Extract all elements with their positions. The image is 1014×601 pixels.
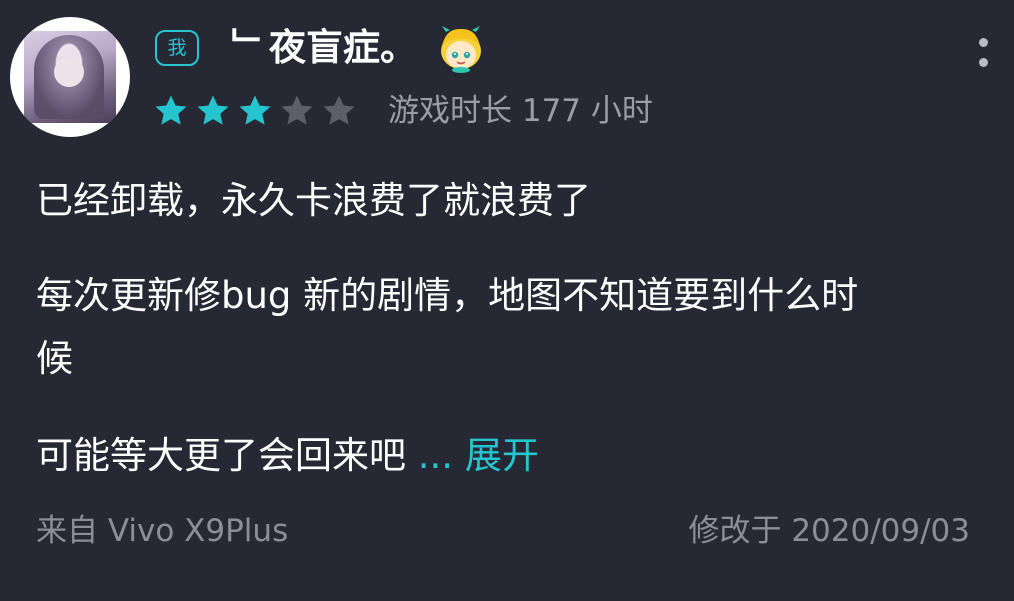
- expand-button[interactable]: 展开: [465, 434, 539, 477]
- playtime-label: 游戏时长 177 小时: [388, 93, 653, 129]
- star-empty-icon: [323, 95, 355, 125]
- rating-stars: [152, 92, 358, 130]
- review-text-line-4: 可能等大更了会回来吧 ... 展开: [36, 431, 539, 481]
- device-label: 来自 Vivo X9Plus: [36, 513, 289, 549]
- modified-date: 修改于 2020/09/03: [688, 513, 970, 549]
- star-filled-icon: [197, 95, 229, 125]
- avatar[interactable]: [10, 17, 130, 137]
- username[interactable]: ﹂夜盲症。: [232, 20, 417, 76]
- star-filled-icon: [155, 95, 187, 125]
- star-filled-icon: [239, 95, 271, 125]
- review-text-line-2: 每次更新修bug 新的剧情，地图不知道要到什么时: [36, 274, 859, 317]
- review-card: 我 ﹂夜盲症。 游戏时长 177 小时 已经卸载，永久卡浪费了就浪费了 每次更新…: [0, 0, 1014, 601]
- star-empty-icon: [281, 95, 313, 125]
- review-text-line-1: 已经卸载，永久卡浪费了就浪费了: [36, 179, 591, 222]
- me-badge: 我: [155, 30, 199, 66]
- review-text-line-3: 候: [36, 337, 73, 380]
- ellipsis[interactable]: ...: [418, 434, 453, 477]
- cartoon-face-icon: [441, 26, 481, 73]
- more-vertical-icon: [979, 38, 988, 47]
- review-text-line-4-content: 可能等大更了会回来吧: [36, 434, 406, 477]
- avatar-image: [24, 31, 116, 123]
- more-options-button[interactable]: [970, 34, 998, 74]
